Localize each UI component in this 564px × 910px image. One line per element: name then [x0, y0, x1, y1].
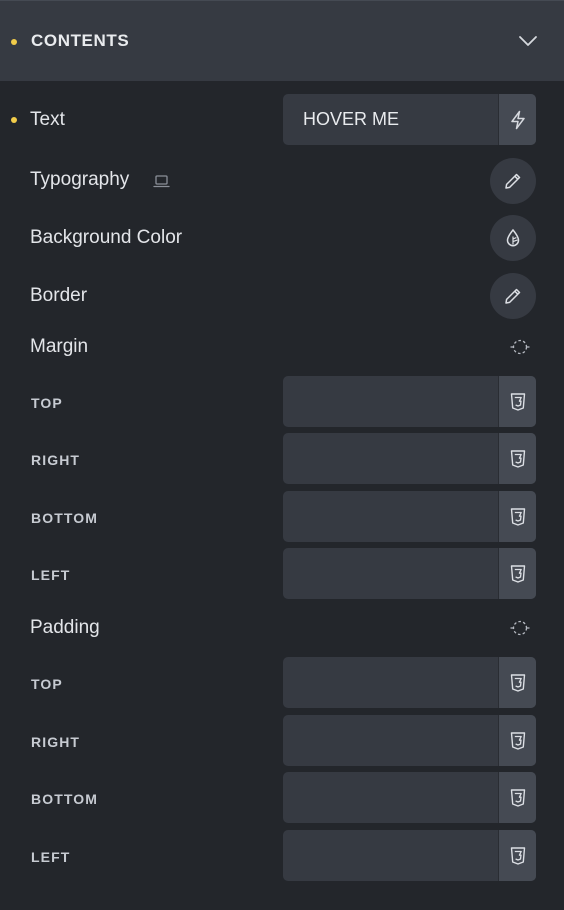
margin-bottom-field — [283, 491, 536, 542]
padding-right-label: RIGHT — [31, 734, 81, 750]
padding-left-label: LEFT — [31, 849, 71, 865]
css3-icon[interactable] — [498, 376, 536, 427]
text-label: Text — [30, 109, 65, 130]
border-label: Border — [30, 285, 88, 306]
edit-border-button[interactable] — [490, 273, 536, 319]
margin-left-label: LEFT — [31, 567, 71, 583]
section-title: CONTENTS — [31, 31, 130, 50]
padding-top-input[interactable] — [283, 657, 497, 708]
chevron-down-icon[interactable] — [518, 34, 538, 48]
padding-right-input[interactable] — [283, 715, 497, 766]
background-color-label: Background Color — [30, 227, 183, 248]
margin-top-input[interactable] — [283, 376, 497, 427]
padding-bottom-label: BOTTOM — [31, 791, 99, 807]
link-dashed-icon[interactable] — [509, 617, 531, 639]
padding-top-field — [283, 657, 536, 708]
pencil-icon — [503, 171, 523, 191]
css3-icon[interactable] — [498, 548, 536, 599]
edit-typography-button[interactable] — [490, 158, 536, 204]
css3-icon[interactable] — [498, 433, 536, 484]
css3-icon[interactable] — [498, 657, 536, 708]
modified-indicator-dot — [11, 39, 17, 45]
margin-label: Margin — [30, 336, 89, 357]
padding-top-label: TOP — [31, 676, 63, 692]
padding-label: Padding — [30, 617, 100, 638]
css3-icon[interactable] — [498, 830, 536, 881]
settings-panel: CONTENTS Text Typography Background Colo… — [0, 0, 564, 910]
typography-label: Typography — [30, 169, 130, 190]
margin-left-field — [283, 548, 536, 599]
padding-bottom-input[interactable] — [283, 772, 497, 823]
text-field — [283, 94, 536, 145]
margin-right-input[interactable] — [283, 433, 497, 484]
modified-indicator-dot — [11, 117, 17, 123]
padding-right-field — [283, 715, 536, 766]
margin-right-field — [283, 433, 536, 484]
margin-bottom-input[interactable] — [283, 491, 497, 542]
monitor-icon[interactable] — [153, 173, 170, 189]
css3-icon[interactable] — [498, 715, 536, 766]
padding-bottom-field — [283, 772, 536, 823]
padding-left-field — [283, 830, 536, 881]
margin-left-input[interactable] — [283, 548, 497, 599]
margin-bottom-label: BOTTOM — [31, 510, 99, 526]
css3-icon[interactable] — [498, 772, 536, 823]
background-color-button[interactable] — [490, 215, 536, 261]
margin-right-label: RIGHT — [31, 452, 81, 468]
pencil-icon — [503, 286, 523, 306]
margin-top-label: TOP — [31, 395, 63, 411]
lightning-icon[interactable] — [498, 94, 536, 145]
css3-icon[interactable] — [498, 491, 536, 542]
margin-top-field — [283, 376, 536, 427]
contents-section-header[interactable]: CONTENTS — [0, 0, 564, 81]
padding-left-input[interactable] — [283, 830, 497, 881]
text-input[interactable] — [283, 94, 497, 145]
link-dashed-icon[interactable] — [509, 336, 531, 358]
color-drop-icon — [504, 228, 522, 248]
